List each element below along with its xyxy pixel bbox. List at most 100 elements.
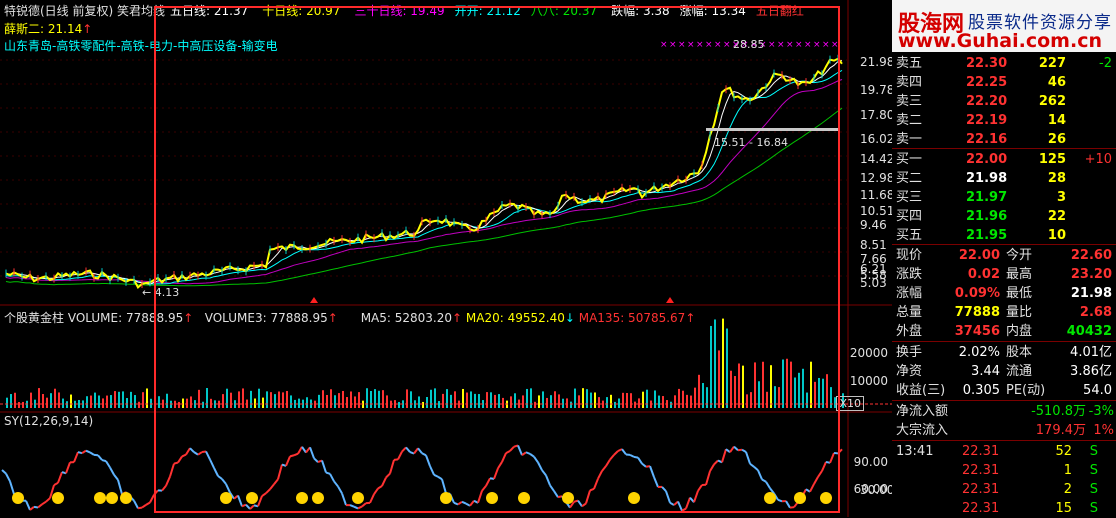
quote-value: 4.01亿 — [1070, 343, 1112, 362]
quote-label: 流通 — [1006, 362, 1032, 381]
volume-bar — [46, 398, 48, 408]
flow-row[interactable]: 净流入额-510.8万-3% — [892, 402, 1116, 421]
indicator-label: 薛斯二: 21.14↑ — [4, 20, 92, 37]
quote-label: 涨跌 — [896, 265, 922, 284]
ask-change: -2 — [1099, 54, 1112, 73]
bid-volume: 125 — [1039, 150, 1066, 169]
bid-volume: 28 — [1048, 169, 1066, 188]
kline-chart-area[interactable]: ×××××××××××××××××××× 特锐德(日线 前复权) 笑君均线 五日… — [0, 0, 892, 517]
volume-bar — [66, 401, 68, 408]
flow-value: 179.4万 — [1036, 421, 1086, 440]
sy-segment — [54, 483, 58, 485]
ask-row[interactable]: 卖一22.1626 — [892, 130, 1116, 149]
quote-row[interactable]: 净资3.44流通3.86亿 — [892, 362, 1116, 381]
sy-segment — [66, 462, 70, 473]
quote-row[interactable]: 涨幅0.09%最低21.98 — [892, 284, 1116, 303]
sy-segment — [90, 452, 94, 454]
sy-segment — [58, 472, 62, 483]
quote-label: 今开 — [1006, 246, 1032, 265]
price-y-tick: 9.46 — [860, 218, 887, 232]
sy-segment — [34, 507, 38, 508]
ask-row[interactable]: 卖三22.20262 — [892, 92, 1116, 111]
tick-row[interactable]: 13:4122.3152S — [892, 442, 1116, 461]
sy-segment — [106, 461, 110, 467]
ask-label: 卖五 — [896, 54, 922, 73]
sy-segment — [38, 504, 42, 507]
quote-value: 23.20 — [1071, 265, 1112, 284]
volume-bar — [86, 396, 88, 408]
price-y-tick: 11.68 — [860, 188, 894, 202]
quote-row[interactable]: 总量77888量比2.68 — [892, 303, 1116, 322]
quote-row[interactable]: 涨跌0.02最高23.20 — [892, 265, 1116, 284]
ask-volume: 14 — [1048, 111, 1066, 130]
volume-bar — [102, 398, 104, 408]
quote-label: 量比 — [1006, 303, 1032, 322]
volume-bar — [78, 400, 80, 408]
bid-label: 买四 — [896, 207, 922, 226]
volume-bar — [42, 394, 44, 408]
volume-bar — [70, 395, 72, 408]
volume-bar — [94, 393, 96, 408]
bid-row[interactable]: 买二21.9828 — [892, 169, 1116, 188]
volume-bar — [146, 388, 148, 408]
volume-bar — [110, 395, 112, 408]
quote-row[interactable]: 收益(三)0.305PE(动)54.0 — [892, 381, 1116, 400]
bid-label: 买五 — [896, 226, 922, 245]
bid-price: 22.00 — [966, 150, 1007, 169]
quote-row[interactable]: 现价22.00今开22.60 — [892, 246, 1116, 265]
bid-row[interactable]: 买四21.9622 — [892, 207, 1116, 226]
volume-bar — [134, 395, 136, 408]
quote-value: 0.305 — [963, 381, 1000, 400]
sy-panel-name: SY(12,26,9,14) — [4, 414, 93, 428]
price-y-tick: 8.51 — [860, 238, 887, 252]
sy-segment — [146, 502, 150, 504]
volume-bar — [122, 391, 124, 408]
quote-row[interactable]: 换手2.02%股本4.01亿 — [892, 343, 1116, 362]
price-y-tick: 10.51 — [860, 204, 894, 218]
quote-value: 22.60 — [1071, 246, 1112, 265]
quote-row[interactable]: 外盘37456内盘40432 — [892, 322, 1116, 341]
quote-label: 收益(三) — [896, 381, 945, 400]
bid-row[interactable]: 买三21.973 — [892, 188, 1116, 207]
volume-bar — [14, 393, 16, 408]
ask-row[interactable]: 卖五22.30227-2 — [892, 54, 1116, 73]
tick-row[interactable]: 22.311S — [892, 461, 1116, 480]
quote-value: 3.44 — [971, 362, 1000, 381]
quote-label: 内盘 — [1006, 322, 1032, 341]
ask-volume: 46 — [1048, 73, 1066, 92]
volume-scale-badge[interactable]: X10 — [836, 396, 864, 411]
bid-label: 买三 — [896, 188, 922, 207]
price-y-tick: 21.98 — [860, 55, 894, 69]
bid-volume: 10 — [1048, 226, 1066, 245]
volume-bar — [22, 402, 24, 408]
tick-volume: 1 — [1064, 461, 1072, 480]
site-logo[interactable]: 股海网 股票软件资源分享 www.Guhai.com.cn — [892, 0, 1116, 52]
divider — [892, 148, 1116, 149]
volume-bar — [6, 398, 8, 408]
tick-row[interactable]: 22.312S — [892, 480, 1116, 499]
volume-bar — [90, 396, 92, 408]
volume-bar — [58, 392, 60, 408]
tick-volume: 2 — [1064, 480, 1072, 499]
divider — [892, 440, 1116, 441]
flow-row[interactable]: 大宗流入179.4万1% — [892, 421, 1116, 440]
bid-row[interactable]: 买五21.9510 — [892, 226, 1116, 245]
bid-row[interactable]: 买一22.00125+10 — [892, 150, 1116, 169]
tick-row[interactable]: 22.3115S — [892, 499, 1116, 518]
volume-bar — [114, 391, 116, 408]
sy-segment — [114, 475, 118, 480]
ask-volume: 262 — [1039, 92, 1066, 111]
ask-row[interactable]: 卖二22.1914 — [892, 111, 1116, 130]
quote-value: 3.86亿 — [1070, 362, 1112, 381]
volume-bar — [54, 389, 56, 408]
sy-segment — [46, 498, 50, 502]
quote-label: 涨幅 — [896, 284, 922, 303]
ask-row[interactable]: 卖四22.2546 — [892, 73, 1116, 92]
smiley-icon — [52, 492, 64, 504]
up-arrow-icon: ↑ — [82, 22, 92, 36]
quote-value: 0.09% — [955, 284, 1000, 303]
ask-price: 22.30 — [966, 54, 1007, 73]
sy-segment — [110, 468, 114, 475]
price-y-tick: 14.42 — [860, 152, 894, 166]
bid-label: 买一 — [896, 150, 922, 169]
